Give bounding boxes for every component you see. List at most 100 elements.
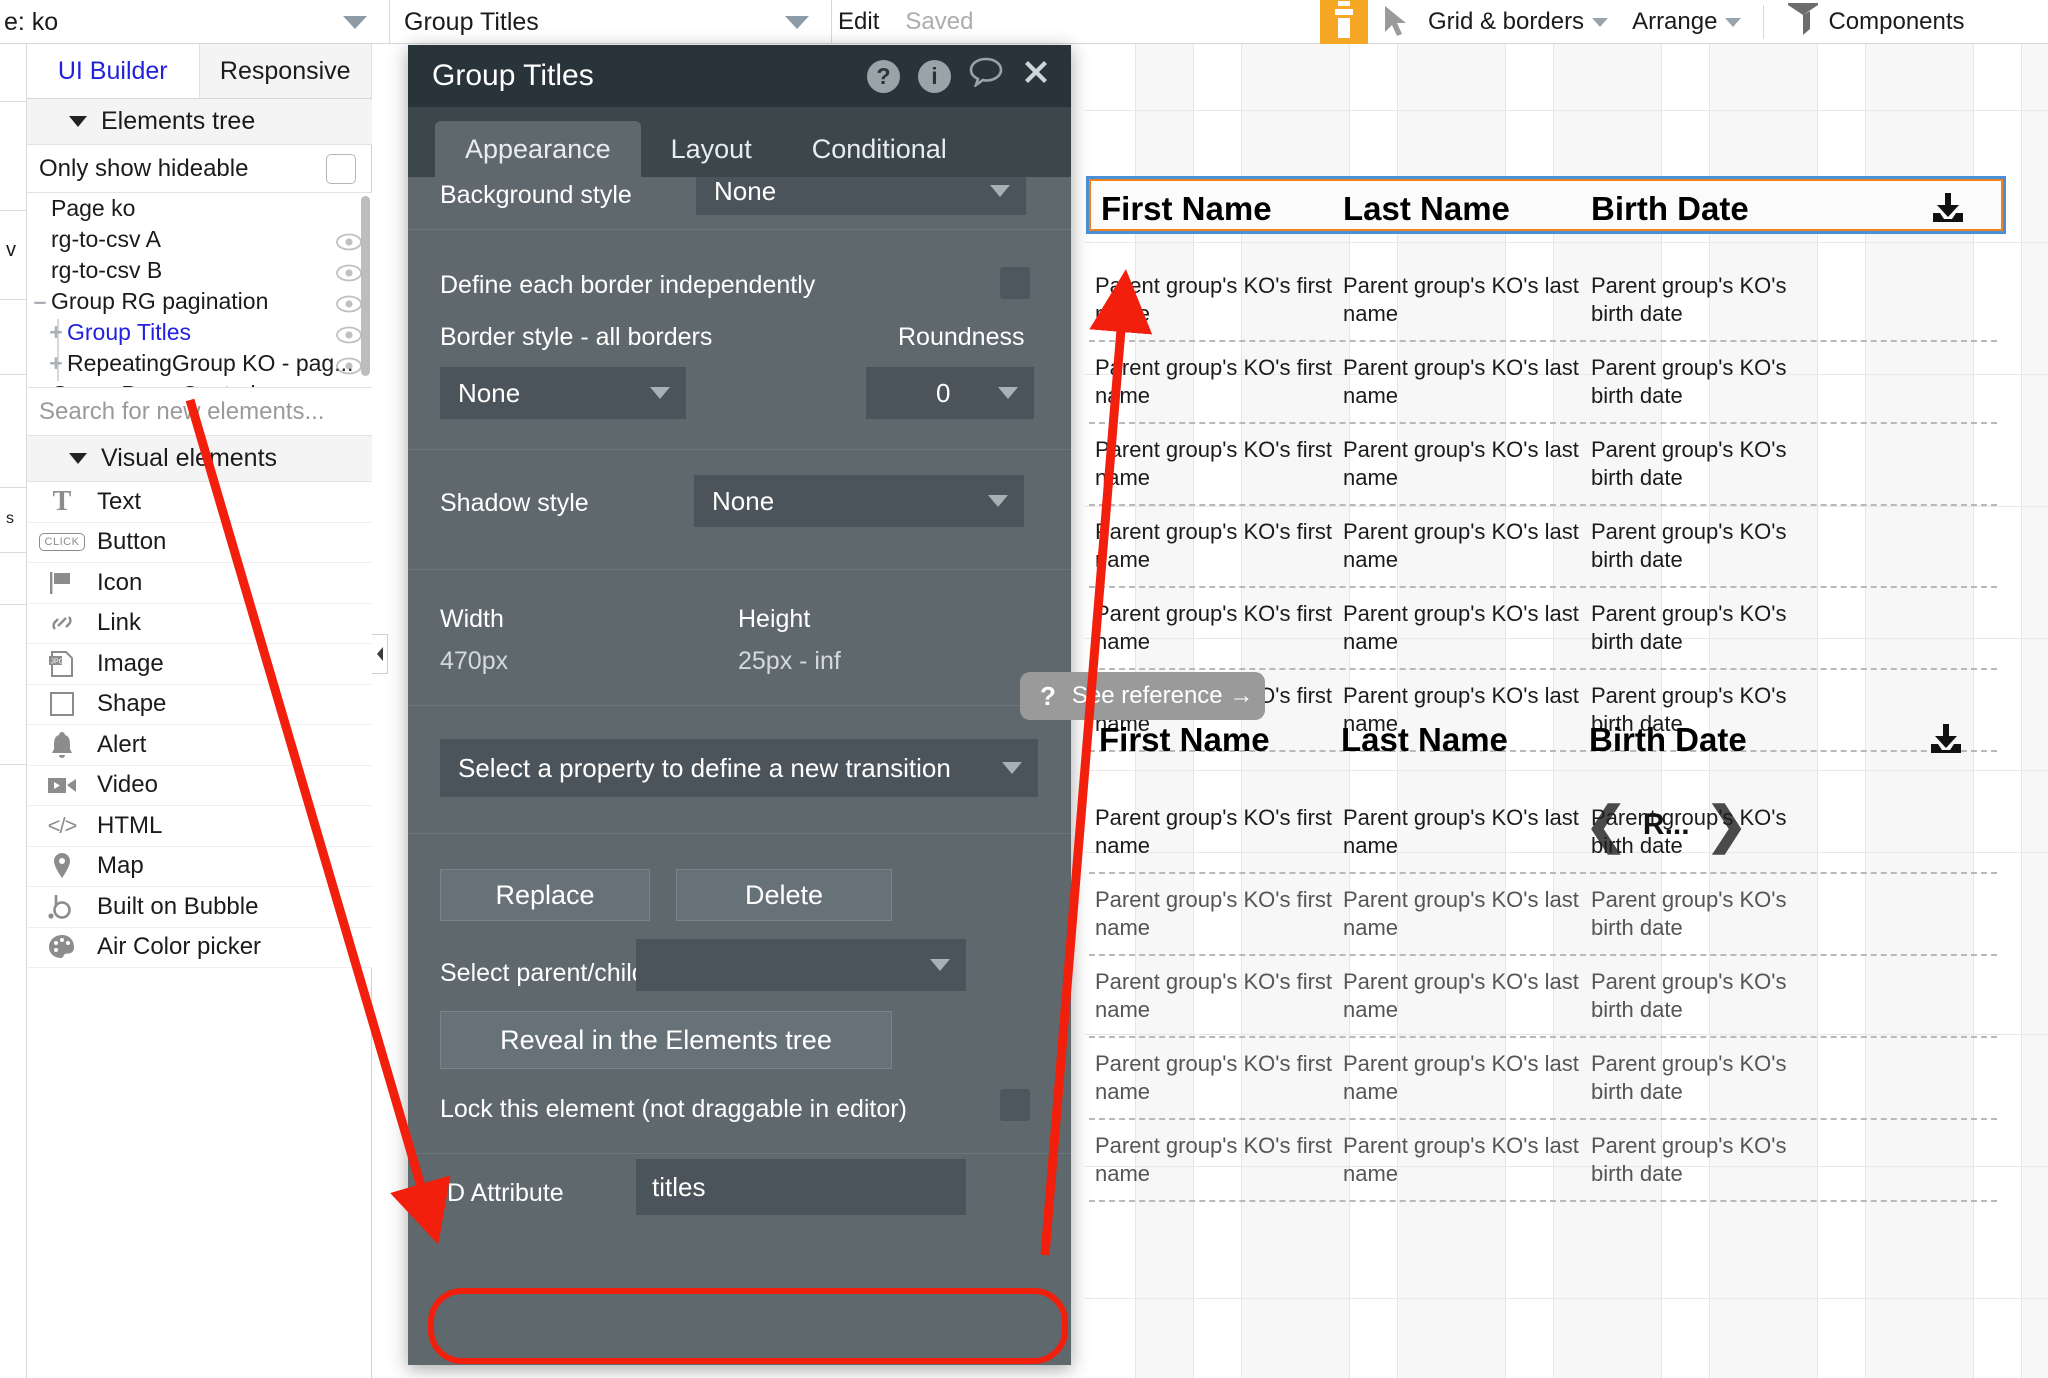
page-name-selector[interactable]: e: ko [0,0,390,44]
tab-ui-builder[interactable]: UI Builder [27,44,200,98]
elements-tree[interactable]: Page ko rg-to-csv Arg-to-csv B – Group RG p… [27,193,372,388]
visual-elements-list[interactable]: T Text CLICK Button Icon Link JPG Image Shape Ale… [27,482,372,968]
transition-select[interactable]: Select a property to define a new transi… [440,739,1038,797]
eye-visibility-icon[interactable] [336,323,362,344]
panel-collapse-handle[interactable] [372,634,388,674]
tab-responsive[interactable]: Responsive [199,44,372,98]
only-show-hideable-checkbox[interactable] [326,153,356,184]
comment-icon[interactable] [969,57,1003,95]
element-selector-label: Group Titles [404,7,539,36]
chevron-down-icon [988,495,1008,507]
chevron-down-icon[interactable] [785,16,809,29]
toolbar-divider [1763,5,1765,39]
visual-element-link[interactable]: Link [27,603,372,644]
lock-element-checkbox[interactable] [1000,1089,1030,1121]
visual-element-label: Air Color picker [97,933,262,961]
tree-item-label: Group Titles [67,319,191,345]
tab-ui-builder-label: UI Builder [57,56,168,85]
shadow-style-select[interactable]: None [694,475,1024,527]
visual-element-image[interactable]: JPG Image [27,644,372,685]
dialog-body[interactable]: Background style None Define each border… [408,177,1071,1365]
table-cell: Parent group's KO's last name [1343,805,1579,858]
grid-borders-menu[interactable]: Grid & borders [1416,8,1620,36]
table-cell: Parent group's KO's last name [1343,273,1579,326]
table-cell: Parent group's KO's last name [1343,355,1579,408]
tree-item-label: Group Page Controls [51,381,267,387]
tab-conditional[interactable]: Conditional [782,121,977,177]
left-panel: v s UI Builder Responsive Elements tree … [0,44,388,1378]
table-cell: Parent group's KO's birth date [1591,969,1787,1022]
eye-visibility-icon[interactable] [336,230,362,251]
close-icon[interactable] [1021,57,1051,95]
visual-element-air-color-picker[interactable]: Air Color picker [27,927,372,968]
tab-appearance[interactable]: Appearance [435,121,641,177]
info-icon[interactable]: i [918,59,951,93]
visual-element-video[interactable]: Video [27,765,372,806]
header-last-name: Last Name [1343,190,1510,227]
row-separator [1089,422,1997,424]
eye-visibility-icon[interactable] [336,261,362,282]
bubble-logo-icon[interactable] [1320,0,1368,48]
expand-icon[interactable]: + [45,350,67,377]
dialog-titlebar: Group Titles ? i [408,45,1071,107]
download-icon[interactable] [1931,193,1965,228]
tree-scrollbar[interactable] [361,196,370,376]
cursor-pointer-icon[interactable] [1382,5,1408,39]
expand-icon[interactable]: + [45,319,67,346]
delete-button[interactable]: Delete [676,869,892,921]
visual-element-label: Video [97,771,158,799]
visual-element-label: Image [97,649,164,677]
see-reference-tooltip[interactable]: ? See reference → [1020,672,1265,720]
visual-element-shape[interactable]: Shape [27,684,372,725]
arrange-label: Arrange [1632,8,1718,35]
row-separator [1089,1200,1997,1202]
reveal-in-tree-button[interactable]: Reveal in the Elements tree [440,1011,892,1069]
arrange-menu[interactable]: Arrange [1620,8,1753,36]
collapse-icon[interactable]: – [29,288,51,315]
download-icon-2[interactable] [1929,724,1963,759]
id-attribute-input[interactable]: titles [636,1159,966,1215]
eye-visibility-icon[interactable] [336,354,362,375]
group-titles-pagination-selected[interactable]: First Name Last Name Birth Date [1086,176,2006,234]
help-icon[interactable]: ? [867,59,900,93]
element-selector[interactable]: Group Titles [392,0,832,44]
tab-layout[interactable]: Layout [641,121,782,177]
table-cell: Parent group's KO's birth date [1591,437,1787,490]
visual-element-built-on-bubble[interactable]: Built on Bubble [27,887,372,928]
saved-label: Saved [905,8,974,35]
table-cell: Parent group's KO's first name [1095,601,1333,654]
tree-item[interactable]: + RepeatingGroup KO - pag... [27,348,372,379]
row-separator [1089,1118,1997,1120]
tree-item[interactable]: rg-to-csv B [27,255,372,286]
define-border-checkbox[interactable] [1000,267,1030,299]
tree-item[interactable]: Page ko [27,193,372,224]
elements-tree-header[interactable]: Elements tree [27,99,372,145]
components-menu[interactable]: Components [1774,1,1976,44]
visual-element-alert[interactable]: Alert [27,725,372,766]
rail-glyph-s: s [6,510,14,527]
visual-element-map[interactable]: Map [27,846,372,887]
eye-visibility-icon[interactable] [336,292,362,313]
visual-elements-header[interactable]: Visual elements [27,436,372,482]
roundness-select[interactable]: 0 [866,367,1034,419]
tree-item[interactable]: – Group RG pagination [27,286,372,317]
visual-element-button[interactable]: CLICK Button [27,522,372,563]
border-style-select[interactable]: None [440,367,686,419]
visual-element-html[interactable]: </> HTML [27,806,372,847]
select-parent-child-select[interactable] [636,939,966,991]
row-separator [1089,668,1997,670]
tree-item[interactable]: rg-to-csv A [27,224,372,255]
search-new-elements-row[interactable]: Search for new elements... [27,388,372,436]
only-show-hideable-row[interactable]: Only show hideable [27,145,372,193]
tree-item[interactable]: + Group Titles [27,317,372,348]
visual-element-text[interactable]: T Text [27,482,372,523]
tree-item[interactable]: +Group Page Controls [27,379,372,387]
background-style-select[interactable]: None [696,177,1026,215]
visual-element-icon[interactable]: Icon [27,563,372,604]
edit-label[interactable]: Edit [838,8,879,36]
replace-button[interactable]: Replace [440,869,650,921]
property-editor-dialog[interactable]: Group Titles ? i Appearance Layout Condi… [408,45,1071,1365]
expand-icon[interactable]: + [29,381,51,387]
chevron-down-icon[interactable] [343,16,367,29]
search-input[interactable]: Search for new elements... [39,398,324,426]
